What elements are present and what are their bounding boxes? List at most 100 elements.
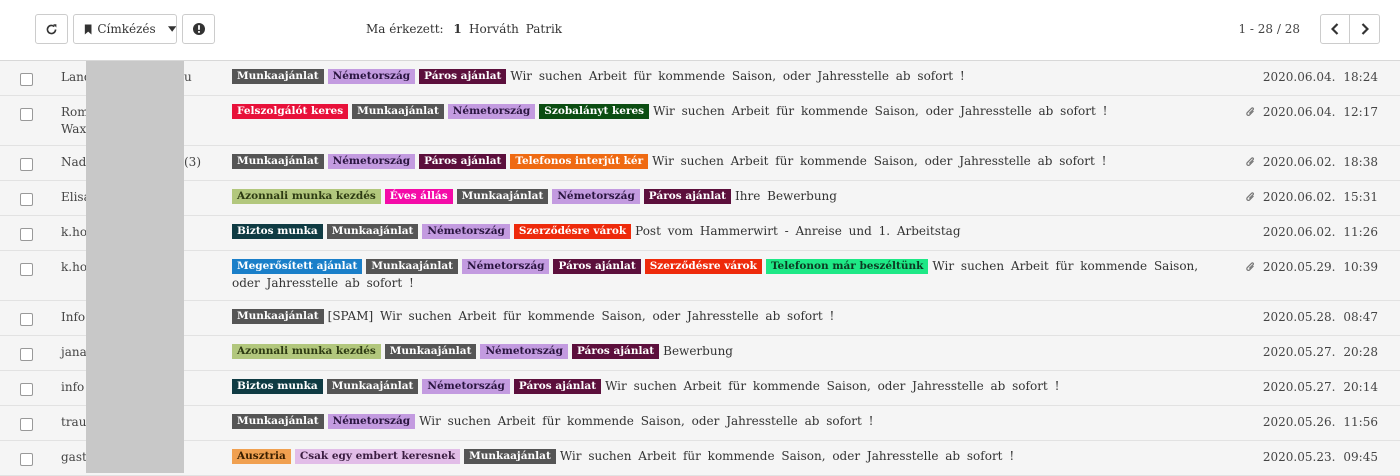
paperclip-icon — [1246, 261, 1256, 276]
label-tag[interactable]: Munkaajánlat — [326, 379, 419, 394]
subject-cell[interactable]: Megerősített ajánlat Munkaajánlat Németors… — [232, 258, 1232, 292]
label-tag[interactable]: Németország — [327, 414, 416, 429]
label-dropdown-button[interactable]: Címkézés — [73, 14, 177, 44]
redaction-block — [86, 61, 184, 473]
received-date: 2020.06.02. — [1262, 190, 1336, 204]
label-tag[interactable]: Felszolgálót keres — [232, 104, 349, 119]
subject-cell[interactable]: Munkaajánlat Németország Wir suchen Arbeit… — [232, 413, 1232, 430]
row-checkbox[interactable] — [20, 348, 33, 361]
row-checkbox[interactable] — [20, 193, 33, 206]
label-tag[interactable]: Munkaajánlat — [232, 309, 324, 324]
email-row[interactable]: janar Azonnali munka kezdés Munkaajánlat Né… — [0, 336, 1400, 371]
label-tag[interactable]: Biztos munka — [232, 224, 323, 239]
received-date: 2020.06.02. — [1262, 155, 1336, 169]
label-tag[interactable]: Szerződésre várok — [513, 224, 632, 239]
email-row[interactable]: traub Munkaajánlat Németország Wir suchen A… — [0, 406, 1400, 441]
received-time: 10:39 — [1343, 260, 1378, 274]
received-date: 2020.05.26. — [1262, 415, 1336, 429]
row-checkbox[interactable] — [20, 73, 33, 86]
row-checkbox[interactable] — [20, 313, 33, 326]
refresh-button[interactable] — [35, 14, 68, 44]
email-row[interactable]: Rom Waxe Felszolgálót keres Munkaajánlat Ném… — [0, 96, 1400, 146]
email-row[interactable]: info Biztos munka Munkaajánlat Németország P… — [0, 371, 1400, 406]
label-tag[interactable]: Németország — [422, 224, 510, 239]
label-tag[interactable]: Megerősített ajánlat — [232, 259, 363, 274]
label-tag[interactable]: Páros ajánlat — [553, 259, 641, 274]
sender-text: info — [61, 380, 85, 394]
label-tag[interactable]: Csak egy embert keresnek — [294, 449, 461, 464]
label-tag[interactable]: Azonnali munka kezdés — [232, 189, 381, 204]
refresh-icon — [46, 23, 57, 34]
subject-cell[interactable]: Munkaajánlat Németország Páros ajánlat Wir … — [232, 68, 1232, 85]
label-tag[interactable]: Szerződésre várok — [644, 259, 762, 274]
label-tag[interactable]: Munkaajánlat — [384, 344, 477, 359]
label-tag[interactable]: Munkaajánlat — [232, 154, 324, 169]
label-tag[interactable]: Telefonon már beszéltünk — [765, 259, 929, 274]
label-tag[interactable]: Szobalányt keres — [539, 104, 650, 119]
sender-extra: (3) — [184, 155, 201, 169]
row-checkbox[interactable] — [20, 383, 33, 396]
label-tag[interactable]: Ausztria — [232, 449, 291, 464]
label-tag[interactable]: Németország — [327, 69, 416, 84]
email-row[interactable]: Land u Munkaajánlat Németország Páros ajánla… — [0, 61, 1400, 96]
label-tag[interactable]: Páros ajánlat — [513, 379, 602, 394]
label-tag[interactable]: Németország — [422, 379, 510, 394]
email-row[interactable]: gasth Ausztria Csak egy embert keresnek Mun… — [0, 441, 1400, 476]
report-button[interactable] — [182, 14, 215, 44]
user-name: Horváth Patrik — [469, 22, 563, 36]
email-row[interactable]: k.hoe Megerősített ajánlat Munkaajánlat Ném… — [0, 251, 1400, 301]
received-datetime: 2020.05.29. 10:39 — [1263, 260, 1378, 274]
label-tag[interactable]: Németország — [552, 189, 640, 204]
received-time: 11:26 — [1343, 225, 1378, 239]
label-tag[interactable]: Páros ajánlat — [419, 69, 507, 84]
row-checkbox[interactable] — [20, 418, 33, 431]
row-checkbox[interactable] — [20, 158, 33, 171]
subject-cell[interactable]: Felszolgálót keres Munkaajánlat Németorszá… — [232, 103, 1232, 120]
label-tag[interactable]: Munkaajánlat — [326, 224, 419, 239]
subject-cell[interactable]: Biztos munka Munkaajánlat Németország Szerz… — [232, 223, 1232, 240]
email-row[interactable]: Info Munkaajánlat [SPAM] Wir suchen Arbeit… — [0, 301, 1400, 336]
row-checkbox[interactable] — [20, 263, 33, 276]
subject-cell[interactable]: Munkaajánlat Németország Páros ajánlat Tele… — [232, 153, 1232, 170]
label-tag[interactable]: Páros ajánlat — [571, 344, 660, 359]
email-row[interactable]: k.hoe Biztos munka Munkaajánlat Németország… — [0, 216, 1400, 251]
subject-cell[interactable]: Ausztria Csak egy embert keresnek Munkaajá… — [232, 448, 1232, 465]
label-tag[interactable]: Munkaajánlat — [352, 104, 444, 119]
row-checkbox[interactable] — [20, 228, 33, 241]
label-tag[interactable]: Páros ajánlat — [419, 154, 507, 169]
label-tag[interactable]: Éves állás — [384, 189, 453, 204]
label-tag[interactable]: Munkaajánlat — [456, 189, 549, 204]
arrived-today-count: 1 — [453, 22, 462, 36]
subject-cell[interactable]: Biztos munka Munkaajánlat Németország Páros… — [232, 378, 1232, 395]
label-tag[interactable]: Németország — [480, 344, 568, 359]
prev-page-button[interactable] — [1320, 14, 1350, 44]
label-tag[interactable]: Németország — [327, 154, 416, 169]
label-tag[interactable]: Telefonos interjút kér — [510, 154, 649, 169]
label-tag[interactable]: Munkaajánlat — [464, 449, 556, 464]
email-row[interactable]: Nadi (3) Munkaajánlat Németország Páros aján… — [0, 146, 1400, 181]
next-page-button[interactable] — [1349, 14, 1380, 44]
label-tag[interactable]: Németország — [462, 259, 550, 274]
subject-cell[interactable]: Munkaajánlat [SPAM] Wir suchen Arbeit für… — [232, 308, 1232, 325]
email-row[interactable]: Elisa Azonnali munka kezdés Éves állás Munk… — [0, 181, 1400, 216]
label-tag[interactable]: Németország — [447, 104, 536, 119]
subject-cell[interactable]: Azonnali munka kezdés Munkaajánlat Németor… — [232, 343, 1232, 360]
label-tag[interactable]: Munkaajánlat — [366, 259, 458, 274]
label-tag[interactable]: Munkaajánlat — [232, 69, 324, 84]
arrived-today-info: Ma érkezett: 1 — [366, 22, 462, 36]
label-tag[interactable]: Azonnali munka kezdés — [232, 344, 381, 359]
subject-cell[interactable]: Azonnali munka kezdés Éves állás Munkaaján… — [232, 188, 1232, 205]
row-checkbox[interactable] — [20, 108, 33, 121]
label-tag[interactable]: Munkaajánlat — [232, 414, 324, 429]
pagination-info: 1 - 28 / 28 — [1238, 22, 1300, 36]
subject-text: Wir suchen Arbeit für kommende Saison, o… — [653, 104, 1108, 118]
arrived-today-label: Ma érkezett: — [366, 22, 444, 36]
label-tag[interactable]: Biztos munka — [232, 379, 323, 394]
label-tag[interactable]: Páros ajánlat — [643, 189, 731, 204]
row-checkbox[interactable] — [20, 453, 33, 466]
toolbar: Címkézés Ma érkezett: 1 Horváth Patrik 1… — [0, 0, 1400, 61]
subject-text: Wir suchen Arbeit für kommende Saison, o… — [510, 69, 965, 83]
subject-text: Wir suchen Arbeit für kommende Saison, o… — [605, 379, 1060, 393]
received-date: 2020.05.27. — [1262, 345, 1336, 359]
received-time: 09:45 — [1343, 450, 1378, 464]
